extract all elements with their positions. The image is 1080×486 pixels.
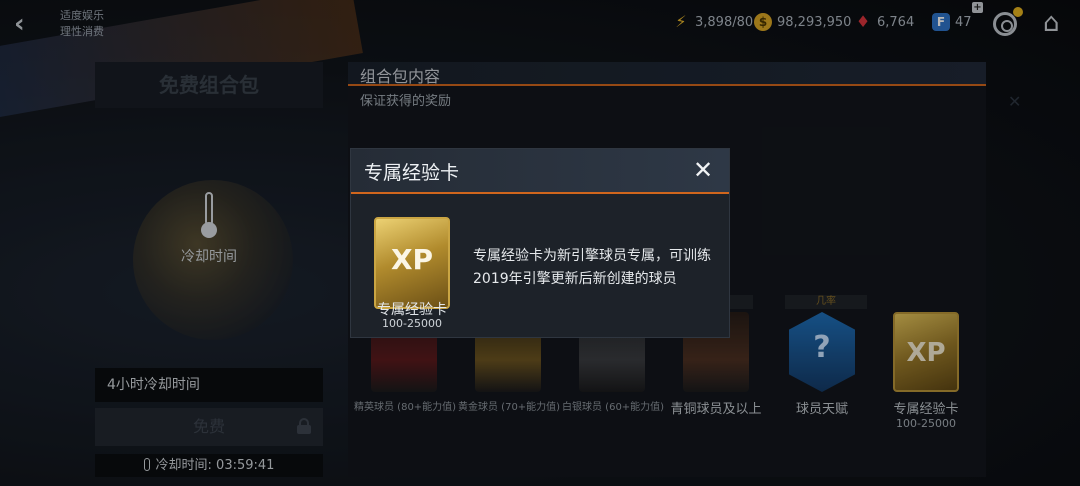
xp-card-detail-modal: 专属经验卡 ✕ XP 专属经验卡 100-25000 专属经验卡为新引擎球员专属…: [350, 148, 730, 338]
xp-card-range: 100-25000: [382, 317, 442, 330]
xp-glyph: XP: [390, 243, 434, 276]
xp-card-description: 专属经验卡为新引擎球员专属，可训练2019年引擎更新后新创建的球员: [473, 248, 711, 287]
close-button[interactable]: ✕: [691, 157, 715, 183]
xp-card-name: 专属经验卡: [377, 302, 447, 318]
modal-header: 专属经验卡 ✕: [351, 149, 729, 194]
close-icon: ✕: [692, 156, 714, 184]
xp-card-image: XP: [374, 217, 450, 309]
modal-title: 专属经验卡: [364, 162, 460, 184]
